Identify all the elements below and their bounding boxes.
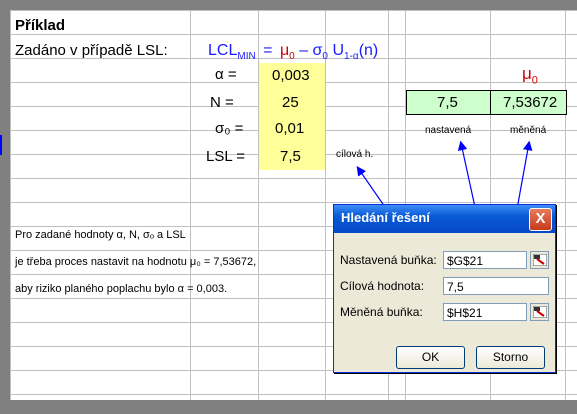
cancel-button[interactable]: Storno <box>476 346 545 369</box>
set-cell-label: Nastavená buňka: <box>340 253 437 267</box>
changing-cell-label: Měněná buňka: <box>340 305 423 319</box>
range-select-icon <box>533 254 547 266</box>
changing-cell-ref-button[interactable] <box>530 303 549 321</box>
spreadsheet-window: Příklad Zadáno v případě LSL: LCLMIN = μ… <box>0 0 577 414</box>
changing-cell-field[interactable]: $H$21 <box>443 303 527 321</box>
target-value-field[interactable]: 7,5 <box>443 277 549 295</box>
set-cell-field[interactable]: $G$21 <box>443 251 527 269</box>
ok-button[interactable]: OK <box>396 346 465 369</box>
close-button[interactable]: X <box>529 208 552 231</box>
goal-seek-dialog: Hledání řešení X Nastavená buňka: $G$21 … <box>333 204 556 373</box>
dialog-titlebar[interactable]: Hledání řešení X <box>334 205 555 233</box>
dialog-title: Hledání řešení <box>341 210 430 225</box>
set-cell-ref-button[interactable] <box>530 251 549 269</box>
range-select-icon <box>533 306 547 318</box>
target-value-label: Cílová hodnota: <box>340 279 425 293</box>
row-marker <box>0 135 2 155</box>
